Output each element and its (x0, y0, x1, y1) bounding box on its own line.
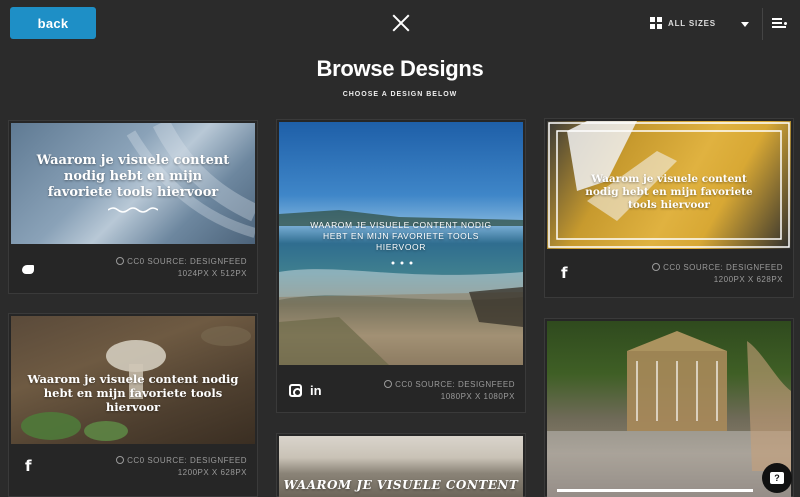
design-thumbnail[interactable]: Waarom je visuele content nodig hebt en … (547, 121, 791, 249)
source-label: CC0 SOURCE: DESIGNFEED (127, 456, 247, 465)
cc-icon (116, 257, 125, 265)
twitter-icon (21, 263, 35, 275)
design-overlay-text: WAAROM JE VISUELE CONTENT NODIG HEBT EN … (310, 220, 492, 252)
linkedin-icon: in (310, 383, 322, 399)
wave-ornament (108, 207, 158, 213)
size-filter-dropdown[interactable]: ALL SIZES (650, 17, 716, 29)
size-label: 1024PX X 512PX (177, 269, 247, 278)
picnic-scene (547, 331, 791, 497)
design-overlay-text: WAAROM JE VISUELE CONTENT (283, 478, 519, 492)
facebook-icon: f (561, 264, 568, 282)
design-overlay-text: Waarom je visuele content nodig hebt en … (27, 372, 239, 414)
close-icon[interactable] (391, 13, 411, 33)
design-meta: CC0 SOURCE: DESIGNFEED 1080PX X 1080PX (384, 379, 515, 403)
design-meta: CC0 SOURCE: DESIGNFEED 1200PX X 628PX (652, 262, 783, 286)
divider (762, 8, 763, 40)
source-label: CC0 SOURCE: DESIGNFEED (663, 263, 783, 272)
design-card-twitter[interactable]: Waarom je visuele content nodig hebt en … (8, 120, 258, 294)
size-filter-label: ALL SIZES (668, 18, 716, 28)
design-card-beach[interactable]: WAAROM JE VISUELE CONTENT (276, 433, 526, 497)
page-title: Browse Designs (316, 56, 484, 81)
cc-icon (652, 263, 661, 271)
design-thumbnail[interactable]: WAAROM JE VISUELE CONTENT (279, 436, 523, 497)
design-meta: CC0 SOURCE: DESIGNFEED 1024PX X 512PX (116, 256, 247, 280)
design-thumbnail[interactable]: WAAROM JE VISUELE CONTENT NODIG HEBT EN … (279, 122, 523, 365)
design-overlay-text: Waarom je visuele content nodig hebt en … (36, 153, 230, 200)
back-button[interactable]: back (10, 7, 96, 39)
cc-icon (384, 380, 393, 388)
source-label: CC0 SOURCE: DESIGNFEED (127, 257, 247, 266)
grid-icon (650, 17, 662, 29)
design-thumbnail[interactable] (547, 321, 791, 497)
design-card-instagram[interactable]: WAAROM JE VISUELE CONTENT NODIG HEBT EN … (276, 119, 526, 413)
design-overlay-text: Waarom je visuele content nodig hebt en … (585, 173, 753, 211)
source-label: CC0 SOURCE: DESIGNFEED (395, 380, 515, 389)
instagram-icon (289, 384, 302, 398)
design-card-facebook[interactable]: Waarom je visuele content nodig hebt en … (544, 118, 794, 298)
social-icons: in (289, 382, 322, 400)
chevron-down-icon[interactable] (741, 22, 749, 27)
size-label: 1080PX X 1080PX (440, 392, 515, 401)
help-button[interactable]: ? (762, 463, 792, 493)
cc-icon (116, 456, 125, 464)
design-thumbnail[interactable]: Waarom je visuele content nodig hebt en … (11, 123, 255, 244)
size-label: 1200PX X 628PX (713, 275, 783, 284)
design-meta: CC0 SOURCE: DESIGNFEED 1200PX X 628PX (116, 455, 247, 479)
size-label: 1200PX X 628PX (177, 468, 247, 477)
help-icon: ? (770, 472, 784, 484)
page-subtitle: CHOOSE A DESIGN BELOW (342, 91, 458, 98)
dots-ornament (390, 252, 414, 265)
design-card-picnic[interactable] (544, 318, 794, 497)
design-card-facebook[interactable]: Waarom je visuele content nodig hebt en … (8, 313, 258, 497)
design-thumbnail[interactable]: Waarom je visuele content nodig hebt en … (11, 316, 255, 444)
facebook-icon: f (25, 457, 32, 475)
menu-icon[interactable] (772, 18, 787, 29)
top-bar: back ALL SIZES (0, 0, 800, 48)
